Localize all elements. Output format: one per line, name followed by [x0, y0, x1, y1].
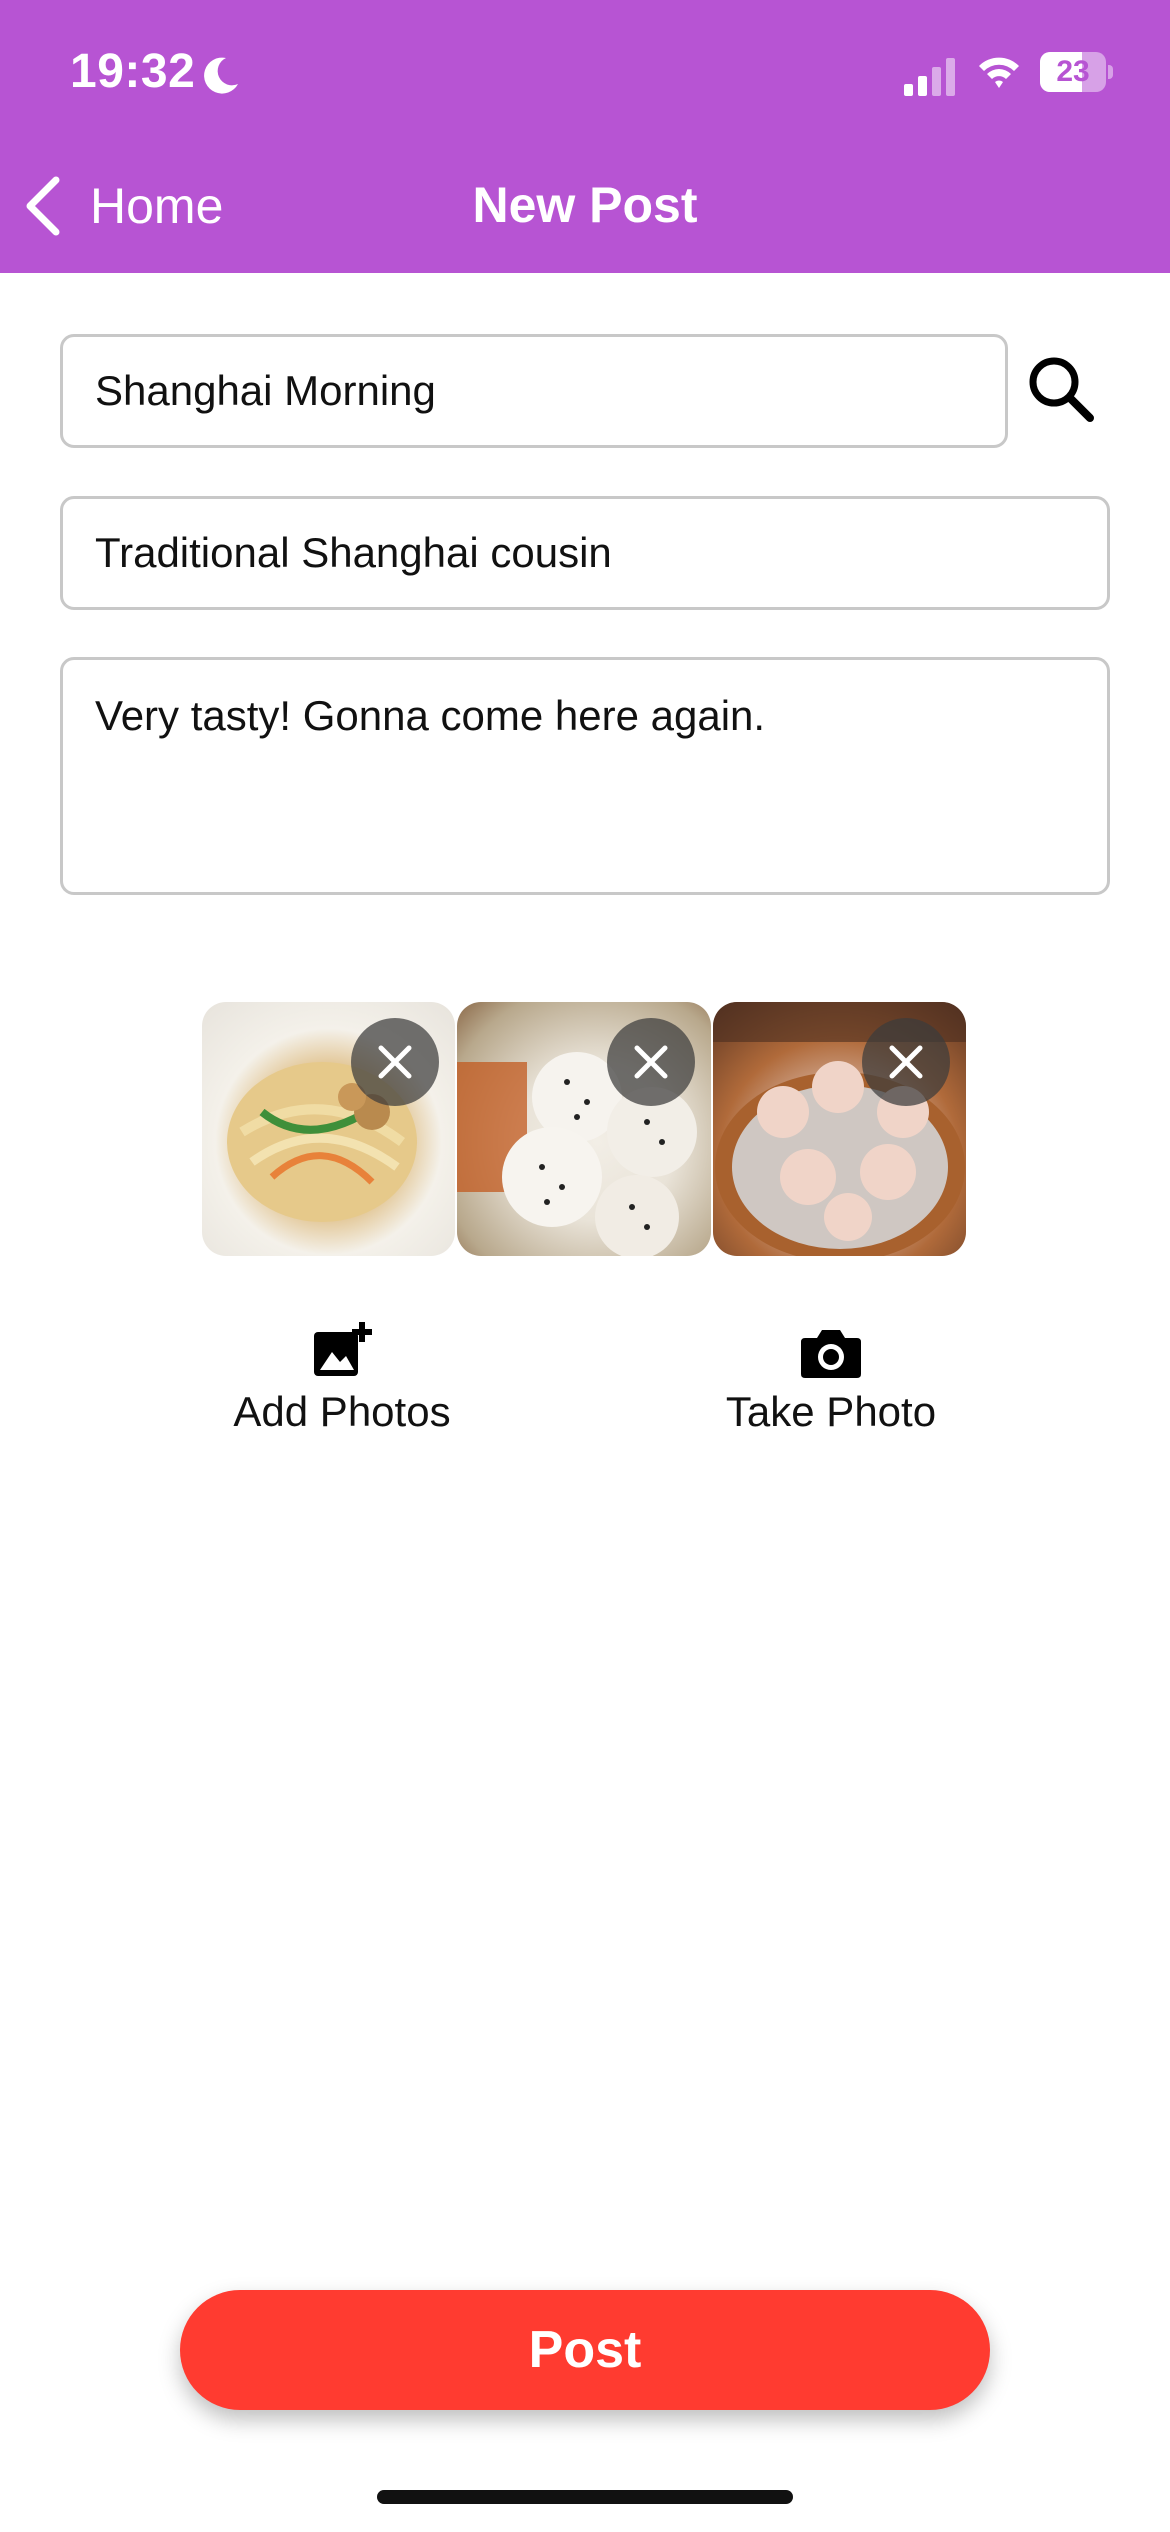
- camera-icon: [801, 1330, 861, 1378]
- remove-photo-button[interactable]: [351, 1018, 440, 1106]
- header: 19:32 23 Home New Post: [0, 0, 1170, 273]
- wifi-icon: [979, 57, 1019, 88]
- signal-icon: [904, 58, 955, 96]
- status-time: 19:32: [70, 45, 196, 98]
- new-post-screen: 19:32 23 Home New Post Shanghai Morning …: [0, 0, 1170, 2532]
- buns-photo[interactable]: [457, 1002, 711, 1256]
- battery-level: 23: [1056, 55, 1090, 88]
- description-textarea[interactable]: Very tasty! Gonna come here again.: [60, 657, 1110, 895]
- add-photos-label: Add Photos: [233, 1388, 451, 1435]
- photo-strip: [202, 1002, 968, 1256]
- dumplings-photo[interactable]: [712, 1002, 966, 1256]
- remove-photo-button[interactable]: [606, 1018, 695, 1106]
- subtitle-input[interactable]: Traditional Shanghai cousin: [60, 496, 1110, 610]
- add-photos-button[interactable]: Add Photos: [192, 1320, 492, 1450]
- moon-icon: [204, 57, 238, 94]
- take-photo-label: Take Photo: [725, 1388, 937, 1435]
- post-button[interactable]: Post: [180, 2290, 990, 2410]
- close-icon: [889, 1045, 923, 1079]
- page-title: New Post: [472, 177, 698, 233]
- close-icon: [378, 1045, 412, 1079]
- add-photo-icon: [314, 1322, 372, 1376]
- home-indicator: [377, 2490, 793, 2504]
- close-icon: [634, 1045, 668, 1079]
- post-label: Post: [528, 2321, 642, 2379]
- noodles-photo[interactable]: [202, 1002, 456, 1256]
- battery-icon: 23: [1040, 52, 1113, 92]
- remove-photo-button[interactable]: [861, 1018, 950, 1106]
- take-photo-button[interactable]: Take Photo: [681, 1320, 981, 1450]
- search-icon[interactable]: [1024, 352, 1098, 426]
- title-input[interactable]: Shanghai Morning: [60, 334, 1008, 448]
